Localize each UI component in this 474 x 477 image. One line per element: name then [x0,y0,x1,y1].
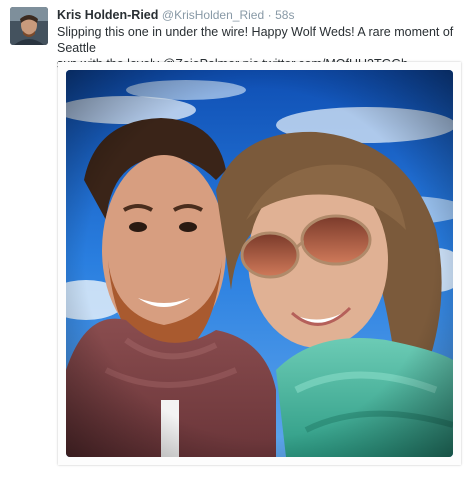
avatar-image [10,7,48,45]
selfie-image [66,70,453,457]
display-name[interactable]: Kris Holden-Ried [57,8,158,22]
tweet-card: Kris Holden-Ried @KrisHolden_Ried · 58s … [0,0,474,477]
tweet-text-line-1: Slipping this one in under the wire! Hap… [57,25,454,55]
tweet-header: Kris Holden-Ried @KrisHolden_Ried · 58s [57,8,294,23]
timestamp[interactable]: 58s [275,8,294,22]
separator-dot: · [267,8,272,22]
user-handle[interactable]: @KrisHolden_Ried [162,8,264,22]
avatar[interactable] [10,7,48,45]
photo-frame[interactable] [58,62,461,465]
tweet-photo[interactable] [66,70,453,457]
